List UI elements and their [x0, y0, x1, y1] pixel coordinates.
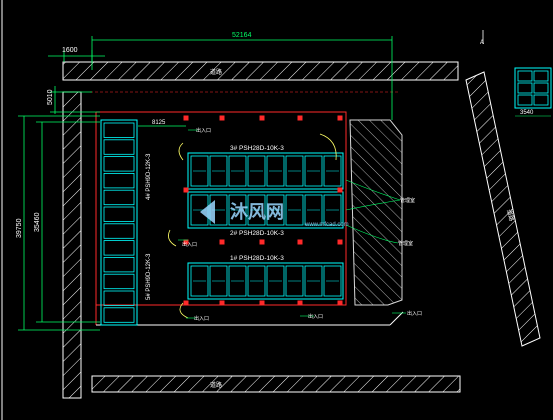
- parking-space: [103, 172, 135, 189]
- column-marker: [337, 239, 343, 245]
- entry-top-label: 出入口: [196, 127, 211, 134]
- parking-space: [517, 94, 533, 106]
- dim-mini-width: 3540: [520, 110, 534, 116]
- road-top-label: 道路: [210, 68, 222, 76]
- parking-space: [517, 82, 533, 94]
- scale-marker-label: A: [480, 40, 484, 46]
- column-marker: [183, 115, 189, 121]
- parking-space: [103, 307, 135, 323]
- dim-top-total: 52164: [232, 32, 252, 39]
- annot-right-3: 出入口: [407, 310, 422, 317]
- parking-space: [103, 122, 135, 138]
- annot-right-2: 管理室: [398, 240, 413, 247]
- dimension-top-left: 1600: [48, 47, 105, 62]
- watermark-logo: 沐风网 www.mfcad.com: [200, 200, 349, 228]
- column-marker: [219, 115, 225, 121]
- watermark-url: www.mfcad.com: [304, 222, 349, 228]
- road-bottom-label: 道路: [210, 381, 222, 389]
- column-marker: [337, 187, 343, 193]
- parking-space: [103, 223, 135, 239]
- column-marker: [219, 300, 225, 306]
- row-left-lower-label: 5# PSH9D-12K-3: [146, 253, 152, 300]
- row-3-label: 3# PSH28D-10K-3: [230, 145, 284, 152]
- dim-inner-offset: 8125: [152, 120, 166, 126]
- road-top: 道路: [62, 61, 459, 81]
- parking-space: [103, 256, 135, 273]
- column-marker: [337, 300, 343, 306]
- entry-mid-label: 出入口: [182, 241, 197, 248]
- dim-left-inner: 35460: [34, 212, 41, 232]
- dim-left-outer: 39750: [16, 218, 23, 238]
- north-marker: A: [480, 30, 484, 46]
- watermark-label: 沐风网: [230, 201, 284, 222]
- parking-space: [103, 290, 135, 306]
- row-left-upper-label: 4# PSH9D-12K-3: [146, 153, 152, 200]
- parking-space: [533, 94, 549, 106]
- column-marker: [297, 300, 303, 306]
- ramp-area: [349, 119, 403, 306]
- dim-top-left: 1600: [62, 47, 78, 54]
- parking-space: [103, 139, 135, 155]
- parking-space: [103, 206, 135, 222]
- parking-space: [103, 240, 135, 256]
- column-marker: [297, 239, 303, 245]
- column-marker: [297, 115, 303, 121]
- column-marker: [259, 115, 265, 121]
- annot-right-1: 管理室: [400, 197, 415, 204]
- parking-space: [103, 189, 135, 206]
- dimension-inner-offset: 8125: [138, 120, 186, 127]
- mini-parking-diagram: 3540: [514, 67, 552, 117]
- road-bottom: 道路: [91, 375, 461, 393]
- column-marker: [259, 239, 265, 245]
- row-2-label: 2# PSH28D-10K-3: [230, 230, 284, 237]
- parking-space: [103, 156, 135, 172]
- parking-space: [517, 70, 533, 82]
- column-marker: [183, 300, 189, 306]
- cad-drawing: 道路 道路 道路 52164 1600 5010 39750 35460 812…: [1, 0, 552, 420]
- road-left: [62, 91, 82, 399]
- dim-left-small: 5010: [47, 89, 54, 105]
- parking-row-3: 3# PSH28D-10K-3: [187, 145, 344, 190]
- parking-space: [533, 70, 549, 82]
- column-marker: [183, 187, 189, 193]
- parking-row-1: 1# PSH28D-10K-3: [187, 255, 344, 300]
- parking-space: [103, 273, 135, 290]
- dimension-left-outer: 39750: [16, 115, 100, 331]
- annot-bottom-center: 出入口: [308, 313, 323, 320]
- row-1-label: 1# PSH28D-10K-3: [230, 255, 284, 262]
- column-marker: [219, 239, 225, 245]
- column-marker: [259, 300, 265, 306]
- column-marker: [337, 115, 343, 121]
- parking-space: [533, 82, 549, 94]
- parking-column-left: 4# PSH9D-12K-3 5# PSH9D-12K-3: [100, 119, 152, 326]
- entry-bottom-label: 出入口: [194, 315, 209, 322]
